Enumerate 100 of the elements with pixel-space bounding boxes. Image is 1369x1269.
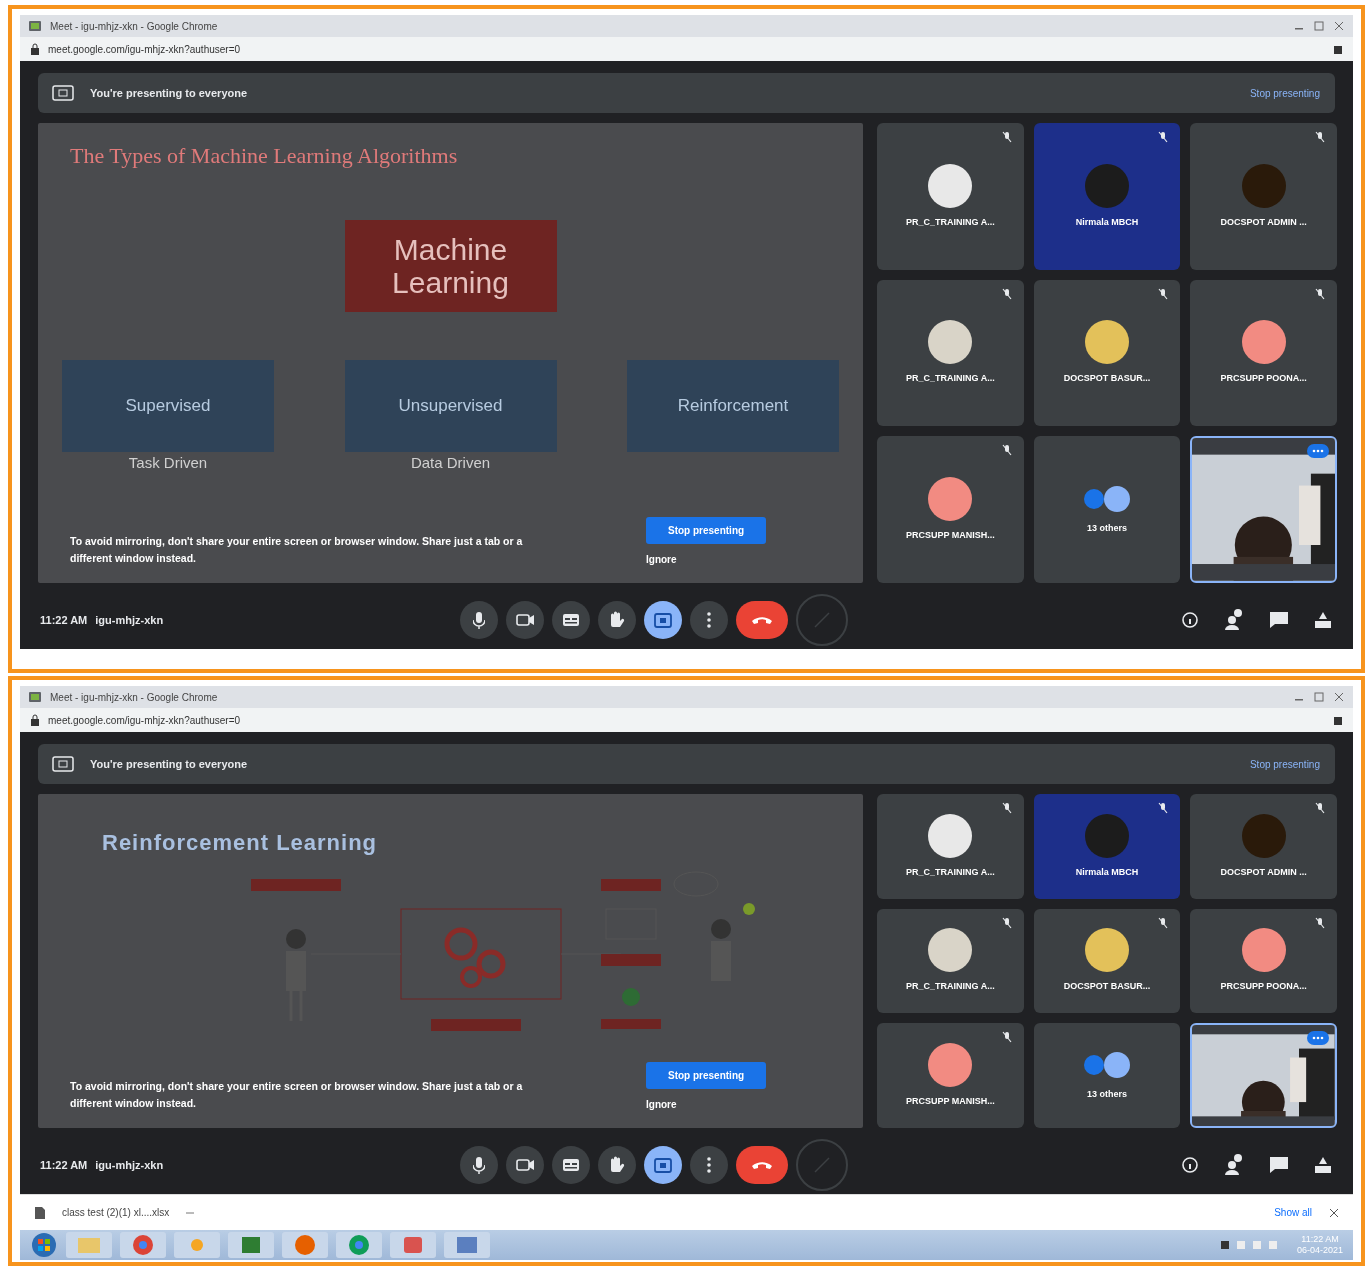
activities-icon[interactable] [1313, 611, 1333, 629]
slides-icon[interactable] [444, 1232, 490, 1258]
participant-tile[interactable]: PR_C_TRAINING A... [877, 794, 1024, 899]
participant-tile[interactable]: PR_C_TRAINING A... [877, 279, 1024, 427]
chat-icon[interactable] [1269, 611, 1289, 629]
url-text[interactable]: meet.google.com/igu-mhjz-xkn?authuser=0 [48, 712, 241, 728]
spreadsheet-icon[interactable] [228, 1232, 274, 1258]
presentation-icon [52, 85, 74, 101]
lock-icon [30, 43, 40, 55]
participant-tile[interactable]: Nirmala MBCH [1033, 794, 1181, 899]
browser-icon[interactable] [120, 1232, 166, 1258]
warning-text: To avoid mirroring, don't share your entire screen or browser window. Share just a tab or a different window instead. [70, 534, 524, 567]
captions-button[interactable] [552, 1146, 590, 1184]
participant-name: Nirmala MBCH [1075, 215, 1139, 229]
meeting-code: igu-mhjz-xkn [95, 1157, 164, 1173]
captions-icon [563, 614, 579, 626]
maximize-icon[interactable] [1313, 692, 1325, 702]
present-icon [654, 612, 672, 628]
microphone-button[interactable] [460, 1146, 498, 1184]
captions-icon [563, 1159, 579, 1171]
maximize-icon[interactable] [1313, 21, 1325, 31]
participant-name: PR_C_TRAINING A... [906, 980, 995, 994]
browser-icon [28, 691, 42, 703]
browser-icon [28, 20, 42, 32]
slide-title: Reinforcement Learning [101, 829, 379, 857]
participant-tile[interactable]: PR_C_TRAINING A... [877, 908, 1024, 1014]
stop-presenting-link[interactable]: Stop presenting [1248, 84, 1321, 102]
url-text[interactable]: meet.google.com/igu-mhjz-xkn?authuser=0 [48, 41, 241, 57]
camera-button[interactable] [506, 601, 544, 639]
more-icon [707, 612, 711, 628]
info-icon[interactable] [1181, 611, 1199, 629]
hand-icon [609, 611, 625, 629]
activities-icon[interactable] [1313, 1156, 1333, 1174]
start-icon[interactable] [30, 1232, 58, 1258]
clock-time: 11:22 AM [1300, 1234, 1340, 1245]
people-icon[interactable] [1223, 608, 1245, 632]
extension-icon[interactable] [1333, 715, 1343, 726]
info-icon[interactable] [1181, 1156, 1199, 1174]
meeting-time: 11:22 AM [40, 1157, 88, 1173]
people-icon[interactable] [1223, 1153, 1245, 1177]
participant-tile[interactable]: Nirmala MBCH [1033, 123, 1181, 270]
banner-text: You're presenting to everyone [90, 756, 248, 772]
extension-icon[interactable] [1333, 44, 1343, 55]
stop-presenting-button[interactable]: Stop presenting [646, 1062, 767, 1089]
hand-icon [609, 1156, 625, 1174]
present-button[interactable] [644, 1146, 682, 1184]
participant-tile[interactable]: PRCSUPP POONA... [1190, 908, 1337, 1014]
close-icon[interactable] [1333, 692, 1345, 702]
hand-button[interactable] [598, 601, 636, 639]
more-button[interactable] [690, 601, 728, 639]
present-icon [654, 1157, 672, 1173]
ignore-button[interactable]: Ignore [646, 1097, 677, 1112]
microphone-button[interactable] [460, 601, 498, 639]
hand-button[interactable] [598, 1146, 636, 1184]
chat-icon[interactable] [1269, 1156, 1289, 1174]
meeting-time: 11:22 AM [40, 612, 88, 628]
participant-tile[interactable]: PRCSUPP MANISH... [877, 436, 1024, 583]
present-button[interactable] [644, 601, 682, 639]
avatars-icon [1082, 1049, 1132, 1080]
ignore-button[interactable]: Ignore [646, 552, 677, 567]
participant-tile[interactable]: PRCSUPP POONA... [1190, 279, 1337, 427]
others-count: 13 others [1086, 1087, 1127, 1101]
hang-up-icon [752, 1160, 772, 1170]
hang-up-button[interactable] [736, 1146, 788, 1184]
stop-presenting-button[interactable]: Stop presenting [646, 517, 767, 544]
slide-box: Unsupervised [344, 360, 557, 452]
close-icon[interactable] [1333, 21, 1345, 31]
participant-name: DOCSPOT ADMIN ... [1220, 215, 1307, 229]
more-button[interactable] [690, 1146, 728, 1184]
slide-box: Supervised [62, 360, 274, 452]
captions-button[interactable] [552, 601, 590, 639]
slide-box: Machine Learning [344, 220, 557, 312]
camera-icon [515, 614, 535, 626]
close-icon[interactable] [1329, 1207, 1339, 1218]
avatars-icon [1082, 483, 1132, 514]
participant-tile[interactable]: DOCSPOT ADMIN ... [1190, 123, 1337, 270]
camera-button[interactable] [506, 1146, 544, 1184]
download-file-name[interactable]: class test (2)(1) xl....xlsx [62, 1205, 170, 1220]
participant-name: DOCSPOT ADMIN ... [1220, 865, 1307, 879]
participant-name: PR_C_TRAINING A... [906, 865, 995, 879]
participant-name: PR_C_TRAINING A... [906, 372, 995, 386]
warning-text: To avoid mirroring, don't share your entire screen or browser window. Share just a tab or a different window instead. [70, 1079, 524, 1112]
participant-tile[interactable]: DOCSPOT BASUR... [1033, 279, 1181, 427]
participant-tile[interactable]: DOCSPOT ADMIN ... [1190, 794, 1337, 899]
participant-tile[interactable]: 13 others [1033, 436, 1181, 583]
slide-note: Data Driven [410, 454, 491, 471]
banner-text: You're presenting to everyone [90, 85, 248, 101]
hang-up-button[interactable] [736, 601, 788, 639]
microphone-icon [473, 610, 485, 630]
document-icon[interactable] [390, 1232, 436, 1258]
participant-tile[interactable]: 13 others [1033, 1023, 1181, 1128]
participant-tile[interactable]: DOCSPOT BASUR... [1033, 908, 1181, 1014]
participant-name: PRCSUPP MANISH... [905, 528, 995, 542]
participant-tile[interactable]: PRCSUPP MANISH... [877, 1023, 1024, 1128]
show-all-link[interactable]: Show all [1273, 1204, 1313, 1221]
participant-tile[interactable]: PR_C_TRAINING A... [877, 123, 1024, 270]
window-title: Meet - igu-mhjz-xkn - Google Chrome [50, 690, 218, 705]
file-icon [34, 1205, 46, 1220]
stop-presenting-link[interactable]: Stop presenting [1248, 755, 1321, 773]
participant-name: Nirmala MBCH [1075, 865, 1139, 879]
